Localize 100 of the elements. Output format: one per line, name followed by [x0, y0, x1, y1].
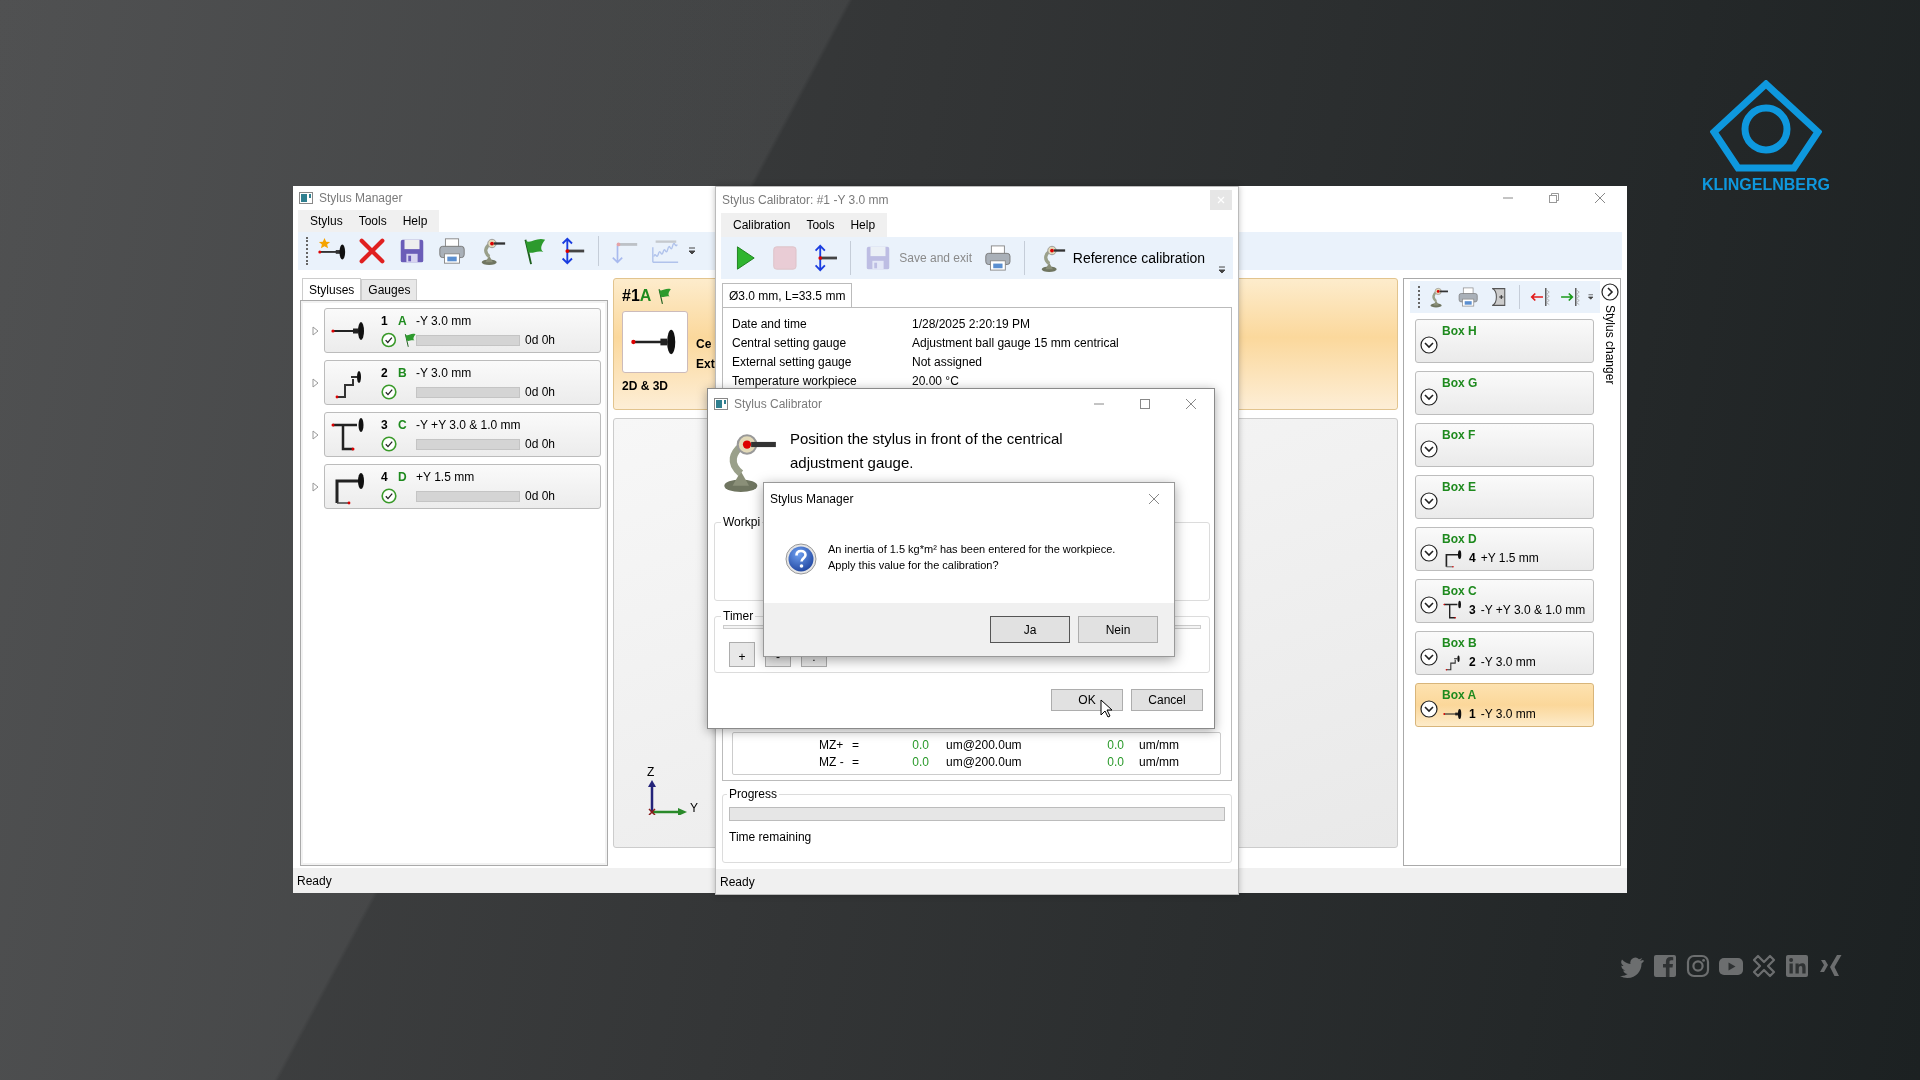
box-slot[interactable]: Box E	[1415, 475, 1594, 519]
stylus-description: -Y 3.0 mm	[416, 366, 473, 380]
stylus-number: 3	[1469, 603, 1476, 617]
info-value: 20.00 °C	[912, 373, 960, 388]
group-label: Timer	[722, 609, 755, 623]
stylus-number: 1	[381, 314, 389, 328]
close-icon	[1184, 397, 1198, 411]
box-label: Box D	[1442, 532, 1478, 546]
box-slot[interactable]: Box F	[1415, 423, 1594, 467]
chevron-icon[interactable]	[1420, 336, 1438, 354]
box-letter: D	[398, 470, 408, 484]
timer-button[interactable]: +	[729, 642, 755, 667]
box-label: Box A	[1442, 688, 1478, 702]
close-icon	[1216, 195, 1226, 205]
dialog-button[interactable]: Ja	[990, 616, 1070, 643]
panel-title: Stylus changer	[1603, 305, 1617, 385]
menu-item[interactable]: Help	[394, 214, 436, 228]
time-remaining-label: Time remaining	[729, 830, 813, 844]
stylus-description: +Y 1.5 mm	[1480, 551, 1539, 565]
stylus-card[interactable]: 2 B -Y 3.0 mm 0d 0h	[324, 360, 601, 405]
result-name: MZ+	[819, 737, 845, 752]
stylus-icon	[1442, 599, 1464, 621]
brand-name: KLINGELNBERG	[1702, 176, 1830, 194]
result-value: 0.0	[911, 737, 929, 752]
box-label: Box F	[1442, 428, 1476, 442]
chevron-icon[interactable]	[1420, 648, 1438, 666]
box-slot[interactable]: Box B 2 -Y 3.0 mm	[1415, 631, 1594, 675]
usage-time: 0d 0h	[525, 385, 556, 399]
probe-arm-button[interactable]: Reference calibration	[1032, 241, 1210, 275]
chevron-icon[interactable]	[1420, 596, 1438, 614]
box-letter: B	[398, 366, 408, 380]
x-mark-icon[interactable]	[1818, 954, 1842, 978]
axis-label: Z	[647, 765, 655, 779]
stylus-number: 4	[381, 470, 389, 484]
in-square-icon[interactable]	[1785, 954, 1809, 978]
result-name: MZ -	[819, 754, 845, 769]
menu-item[interactable]: Tools	[350, 214, 395, 228]
stylus-card[interactable]: 4 D +Y 1.5 mm 0d 0h	[324, 464, 601, 509]
menu-item[interactable]: Help	[842, 218, 884, 232]
overflow-icon[interactable]	[1217, 265, 1227, 275]
dialog-button[interactable]: OK	[1051, 689, 1123, 711]
delete-icon[interactable]	[357, 236, 387, 266]
question-icon	[785, 543, 817, 575]
menu-item[interactable]: Calibration	[725, 218, 799, 232]
chevron-icon[interactable]	[1420, 700, 1438, 718]
overflow-icon[interactable]	[687, 246, 697, 256]
chevron-icon[interactable]	[1420, 440, 1438, 458]
chevron-icon[interactable]	[1420, 544, 1438, 562]
box-letter: C	[398, 418, 408, 432]
usage-time: 0d 0h	[525, 489, 556, 503]
equals-sign: =	[852, 754, 860, 769]
chevron-icon[interactable]	[1420, 388, 1438, 406]
info-value: Adjustment ball gauge 15 mm centrical	[912, 335, 1120, 350]
box-label: Box E	[1442, 480, 1476, 494]
box-label: Box B	[1442, 636, 1478, 650]
chevron-icon[interactable]	[1420, 492, 1438, 510]
result-value: 0.0	[911, 754, 929, 769]
menu-item[interactable]: Tools	[798, 218, 843, 232]
box-slot[interactable]: Box C 3 -Y +Y 3.0 & 1.0 mm	[1415, 579, 1594, 623]
result-slope: 0.0	[1106, 754, 1124, 769]
f-square-icon[interactable]	[1653, 954, 1677, 978]
stylus-number: 4	[1469, 551, 1476, 565]
printer-icon[interactable]	[437, 236, 467, 266]
stylus-number: #1	[622, 287, 640, 305]
box-label: Box G	[1442, 376, 1478, 390]
menu-item[interactable]: Stylus	[302, 214, 351, 228]
box-slot[interactable]: Box D 4 +Y 1.5 mm	[1415, 527, 1594, 571]
app-icon	[714, 398, 728, 410]
printer-icon[interactable]	[983, 243, 1013, 273]
tab[interactable]: Ø3.0 mm, L=33.5 mm	[722, 283, 853, 307]
box-slot[interactable]: Box G	[1415, 371, 1594, 415]
app-icon	[299, 192, 313, 204]
box-label: Box C	[1442, 584, 1478, 598]
box-slot[interactable]: Box A 1 -Y 3.0 mm	[1415, 683, 1594, 727]
dialog-button[interactable]: Nein	[1078, 616, 1158, 643]
box-letter: A	[398, 314, 408, 328]
box-label: Box H	[1442, 324, 1477, 338]
stylus-card[interactable]: 3 C -Y +Y 3.0 & 1.0 mm 0d 0h	[324, 412, 601, 457]
tab[interactable]: Styluses	[302, 278, 362, 300]
camera-icon[interactable]	[1686, 954, 1710, 978]
usage-time: 0d 0h	[525, 437, 556, 451]
close-icon	[1147, 492, 1161, 506]
overflow-icon[interactable]	[1586, 292, 1594, 302]
stylus-description: -Y 3.0 mm	[416, 314, 473, 328]
group-label: Workpi	[722, 515, 762, 529]
detail-caption: 2D & 3D	[622, 379, 668, 393]
group-label: Progress	[728, 787, 779, 801]
window-title: Stylus Manager	[319, 191, 403, 205]
stylus-number: 2	[381, 366, 389, 380]
dialog-button[interactable]: Cancel	[1131, 689, 1203, 711]
chevron-icon[interactable]	[1601, 283, 1619, 301]
info-value: 1/28/2025 2:20:19 PM	[912, 316, 1032, 331]
stylus-number: 2	[1469, 655, 1476, 669]
box-letter: A	[639, 287, 652, 305]
usage-time: 0d 0h	[525, 333, 556, 347]
stylus-card[interactable]: 1 A -Y 3.0 mm 0d 0h	[324, 308, 601, 353]
cross-knot-icon[interactable]	[1752, 954, 1776, 978]
stylus-description: +Y 1.5 mm	[416, 470, 476, 484]
box-slot[interactable]: Box H	[1415, 319, 1594, 363]
tab[interactable]: Gauges	[361, 279, 418, 300]
